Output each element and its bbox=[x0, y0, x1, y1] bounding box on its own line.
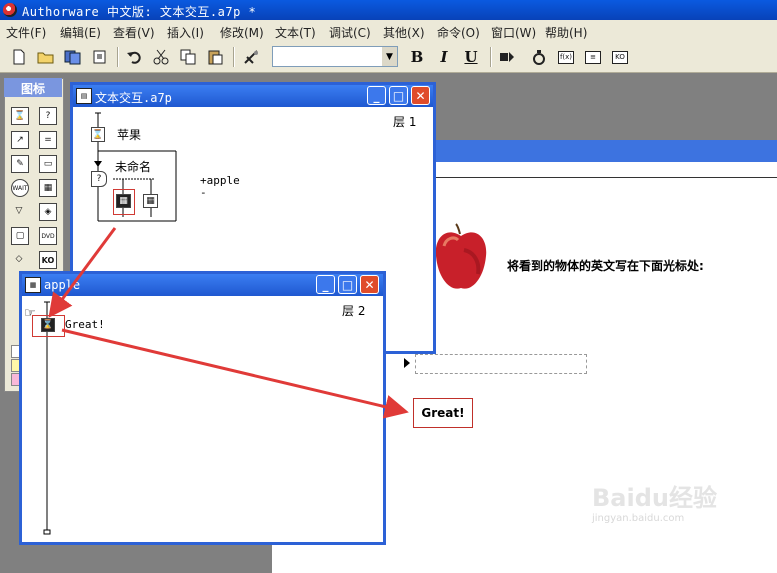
watermark-brand: Baidu经验 bbox=[592, 484, 717, 512]
baidu-watermark: Baidu经验 jingyan.baidu.com bbox=[592, 478, 732, 558]
watermark-url: jingyan.baidu.com bbox=[592, 513, 685, 524]
